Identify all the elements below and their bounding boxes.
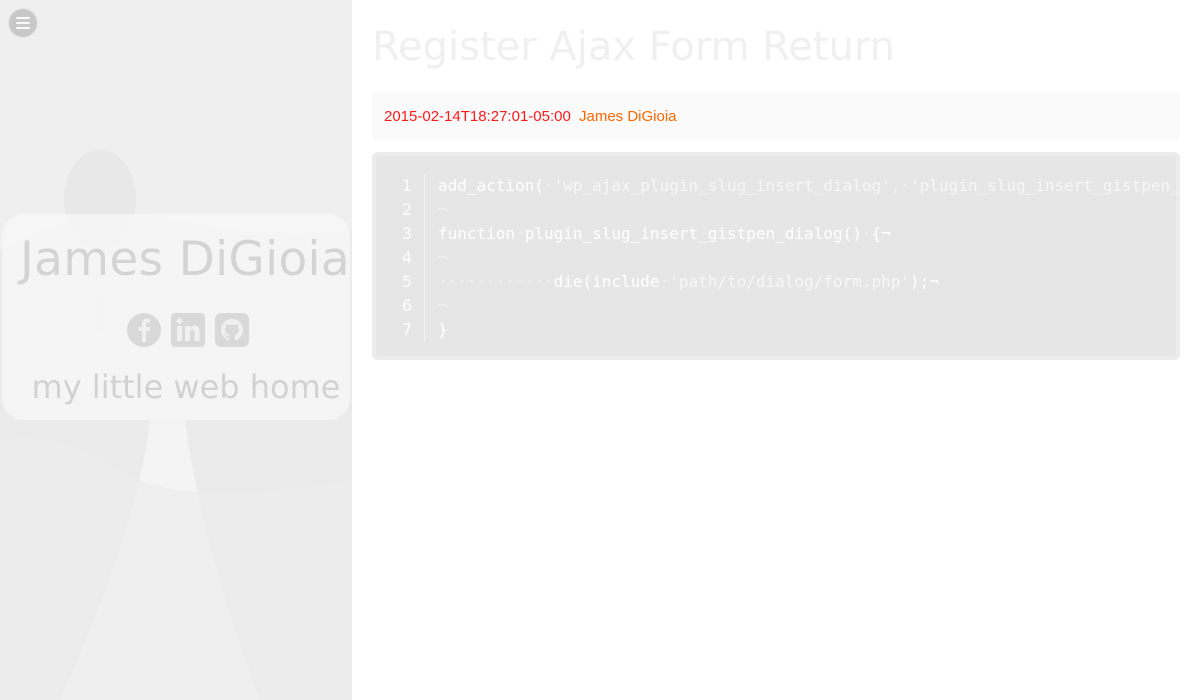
code-token: plugin_slug_insert_gistpen_dialog() (524, 224, 862, 243)
main-content: Register Ajax Form Return 2015-02-14T18:… (352, 0, 1200, 700)
code-line: } (438, 318, 1180, 342)
linkedin-icon[interactable] (170, 312, 206, 348)
line-number: 6 (401, 296, 412, 315)
code-token: 'path/to/dialog/form.php' (669, 272, 911, 291)
code-block: 1 2 3 4 5 6 7 add_action(·'wp_ajax_plugi… (372, 152, 1180, 360)
code-token: · (861, 224, 872, 243)
github-icon[interactable] (214, 312, 250, 348)
code-token: {¬ (871, 224, 891, 243)
page-title: Register Ajax Form Return (372, 24, 895, 70)
code-token: 'plugin_slug_insert_gistpen_ (910, 176, 1180, 195)
code-token: 'wp_ajax_plugin_slug_insert_dialog' (553, 176, 891, 195)
line-number-gutter: 1 2 3 4 5 6 7 (372, 174, 425, 342)
profile-name: James DiGioia (19, 232, 351, 287)
code-line: ············die(include·'path/to/dialog/… (438, 270, 1180, 294)
line-number: 5 (401, 272, 412, 291)
code-line: function·plugin_slug_insert_gistpen_dial… (438, 222, 1180, 246)
hamburger-line (16, 17, 30, 19)
menu-button[interactable] (8, 8, 38, 38)
post-date: 2015-02-14T18:27:01-05:00 (384, 108, 571, 125)
code-token: ¬ (438, 248, 448, 267)
code-token: ¬ (438, 296, 448, 315)
post-author[interactable]: James DiGioia (579, 108, 677, 125)
hamburger-line (16, 22, 30, 24)
code-token: · (659, 272, 670, 291)
code-lines: add_action(·'wp_ajax_plugin_slug_insert_… (438, 174, 1180, 342)
code-token: function (438, 224, 516, 243)
code-line: ¬ (438, 246, 1180, 270)
code-line: add_action(·'wp_ajax_plugin_slug_insert_… (438, 174, 1180, 198)
line-number: 2 (401, 200, 412, 219)
code-line: ¬ (438, 294, 1180, 318)
code-token: die(include (553, 272, 660, 291)
hamburger-line (16, 27, 30, 29)
social-links (126, 312, 250, 348)
code-token: ,· (890, 176, 911, 195)
code-line: ¬ (438, 198, 1180, 222)
line-number: 3 (401, 224, 412, 243)
line-number: 1 (401, 176, 412, 195)
code-token: ············ (438, 272, 554, 291)
sidebar: James DiGioia my little web home (0, 0, 352, 700)
code-token: ¬ (438, 200, 448, 219)
code-token: add_action( (438, 176, 544, 195)
facebook-icon[interactable] (126, 312, 162, 348)
code-token: } (438, 320, 448, 339)
code-token: · (515, 224, 525, 243)
tagline: my little web home (31, 368, 341, 406)
line-number: 4 (401, 248, 412, 267)
post-meta: 2015-02-14T18:27:01-05:00 James DiGioia (384, 108, 677, 125)
code-token: · (543, 176, 554, 195)
post-meta-bar: 2015-02-14T18:27:01-05:00 James DiGioia (372, 92, 1180, 140)
code-token: );¬ (910, 272, 939, 291)
line-number: 7 (401, 320, 412, 339)
